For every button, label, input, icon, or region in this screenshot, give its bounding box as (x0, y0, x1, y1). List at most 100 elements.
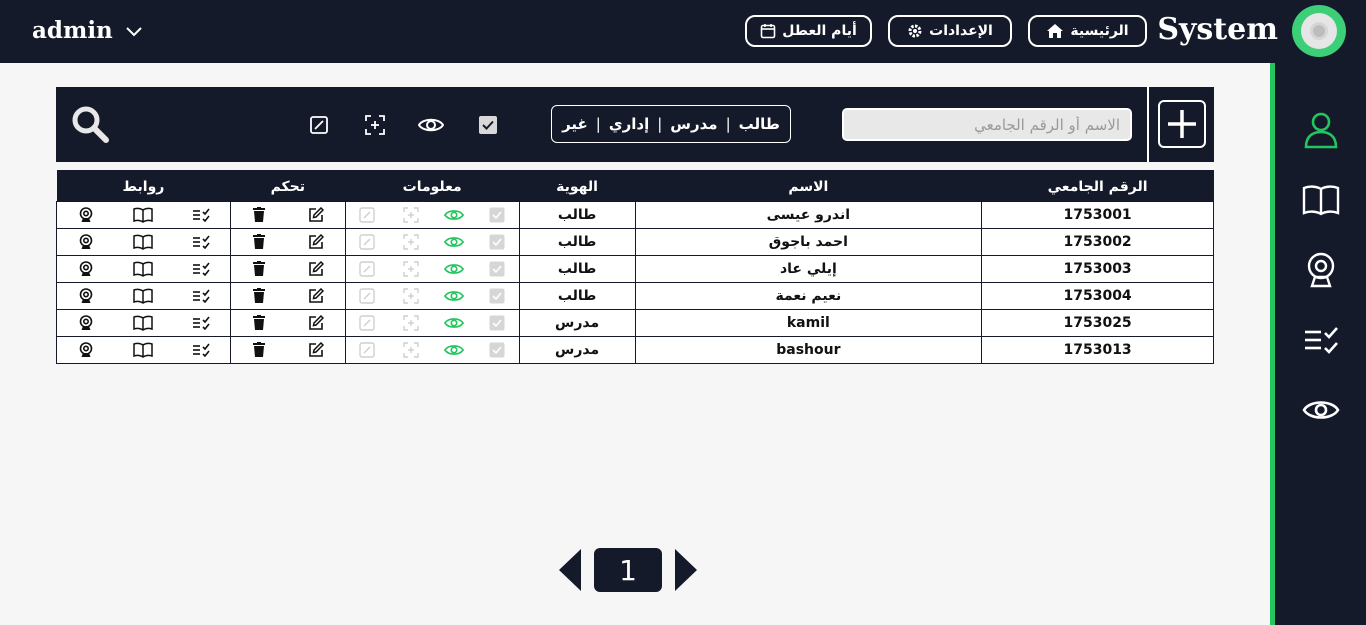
info-cell (344, 227, 520, 256)
webcam-icon[interactable] (76, 313, 96, 333)
trash-icon[interactable] (249, 259, 269, 279)
focus-add-icon[interactable] (401, 286, 421, 306)
eye-icon[interactable] (443, 340, 464, 360)
focus-add-icon[interactable] (401, 205, 421, 225)
links-cell (56, 227, 231, 256)
filter-teacher[interactable]: مدرس (670, 115, 717, 133)
edit-square-icon[interactable] (357, 232, 377, 252)
webcam-icon[interactable] (76, 205, 96, 225)
checklist-icon[interactable] (191, 205, 211, 225)
filter-other[interactable]: غير (562, 115, 588, 133)
focus-add-icon[interactable] (401, 340, 421, 360)
pagination: 1 (558, 548, 698, 592)
book-icon[interactable] (133, 286, 154, 306)
focus-add-icon[interactable] (401, 313, 421, 333)
trash-icon[interactable] (249, 232, 269, 252)
search-icon[interactable] (70, 104, 110, 148)
book-icon[interactable] (1301, 180, 1341, 220)
edit-square-icon[interactable] (306, 112, 332, 138)
name-cell: bashour (634, 335, 983, 364)
prev-page-arrow-icon[interactable] (558, 548, 582, 592)
links-cell (56, 308, 231, 337)
edit-square-icon[interactable] (357, 340, 377, 360)
user-icon[interactable] (1301, 110, 1341, 150)
eye-icon[interactable] (443, 286, 464, 306)
checklist-icon[interactable] (191, 232, 211, 252)
eye-icon[interactable] (1301, 390, 1341, 430)
edit-square-icon[interactable] (357, 259, 377, 279)
webcam-icon[interactable] (76, 340, 96, 360)
control-cell (229, 281, 346, 310)
filter-student[interactable]: طالب (739, 115, 780, 133)
book-icon[interactable] (133, 259, 154, 279)
settings-label: الإعدادات (929, 23, 993, 39)
info-cell (344, 335, 520, 364)
edit-icon[interactable] (306, 340, 326, 360)
search-input[interactable] (842, 108, 1132, 141)
book-icon[interactable] (133, 232, 154, 252)
webcam-icon[interactable] (1301, 250, 1341, 290)
home-button[interactable]: الرئيسية (1028, 15, 1147, 47)
checkbox-icon[interactable] (487, 286, 507, 306)
holidays-button[interactable]: أيام العطل (745, 15, 872, 47)
id-cell: 1753004 (981, 281, 1214, 310)
edit-icon[interactable] (306, 232, 326, 252)
checklist-icon[interactable] (191, 259, 211, 279)
user-menu[interactable]: admin (32, 17, 143, 44)
checklist-icon[interactable] (1301, 320, 1341, 360)
trash-icon[interactable] (249, 205, 269, 225)
trash-icon[interactable] (249, 313, 269, 333)
trash-icon[interactable] (249, 286, 269, 306)
current-page[interactable]: 1 (594, 548, 662, 592)
edit-icon[interactable] (306, 259, 326, 279)
app-logo[interactable] (1292, 5, 1346, 57)
filter-admin[interactable]: إداري (609, 115, 649, 133)
checkbox-icon[interactable] (487, 313, 507, 333)
id-cell: 1753003 (981, 254, 1214, 283)
edit-icon[interactable] (306, 313, 326, 333)
webcam-icon[interactable] (76, 232, 96, 252)
eye-icon[interactable] (418, 112, 444, 138)
edit-square-icon[interactable] (357, 286, 377, 306)
focus-add-icon[interactable] (362, 112, 388, 138)
table-header: روابط تحكم معلومات الهوية الاسم الرقم ال… (56, 170, 1214, 201)
edit-square-icon[interactable] (357, 205, 377, 225)
eye-icon[interactable] (443, 313, 464, 333)
book-icon[interactable] (133, 313, 154, 333)
links-cell (56, 254, 231, 283)
plus-icon (1168, 110, 1196, 138)
holidays-label: أيام العطل (782, 23, 857, 39)
brand-title: System (1157, 12, 1278, 47)
header-control: تحكم (230, 170, 346, 201)
eye-icon[interactable] (443, 232, 464, 252)
checkbox-icon[interactable] (487, 259, 507, 279)
book-icon[interactable] (133, 205, 154, 225)
eye-icon[interactable] (443, 259, 464, 279)
eye-icon[interactable] (443, 205, 464, 225)
focus-add-icon[interactable] (401, 259, 421, 279)
webcam-icon[interactable] (76, 259, 96, 279)
checkbox-icon[interactable] (487, 340, 507, 360)
focus-add-icon[interactable] (401, 232, 421, 252)
book-icon[interactable] (133, 340, 154, 360)
trash-icon[interactable] (249, 340, 269, 360)
edit-icon[interactable] (306, 286, 326, 306)
webcam-icon[interactable] (76, 286, 96, 306)
links-cell (56, 200, 231, 229)
add-user-button[interactable] (1158, 100, 1206, 148)
checklist-icon[interactable] (191, 286, 211, 306)
checklist-icon[interactable] (191, 313, 211, 333)
table-row: طالب إيلي عاد 1753003 (56, 254, 1214, 283)
checkbox-icon[interactable] (487, 232, 507, 252)
id-cell: 1753001 (981, 200, 1214, 229)
settings-button[interactable]: الإعدادات (888, 15, 1012, 47)
checklist-icon[interactable] (191, 340, 211, 360)
header-name: الاسم (635, 170, 982, 201)
checkbox-icon[interactable] (487, 205, 507, 225)
header-id: الرقم الجامعي (981, 170, 1214, 201)
next-page-arrow-icon[interactable] (674, 548, 698, 592)
checkbox-icon[interactable] (475, 112, 501, 138)
links-cell (56, 281, 231, 310)
edit-icon[interactable] (306, 205, 326, 225)
edit-square-icon[interactable] (357, 313, 377, 333)
